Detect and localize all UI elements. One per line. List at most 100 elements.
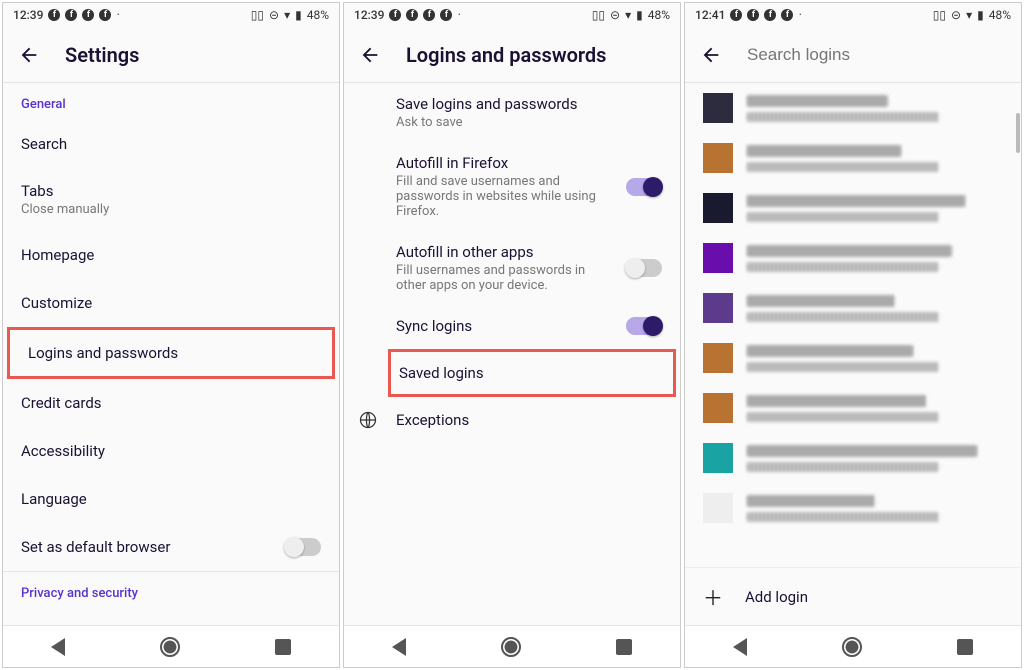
phone-settings: 12:39 f f f f · ▯▯ ⊝ ▾ ▮ 48% Settings Ge… (2, 2, 340, 668)
site-favicon (703, 143, 733, 173)
login-text (747, 195, 1003, 222)
battery-icon: ▮ (977, 8, 984, 22)
status-bar: 12:39 f f f f · ▯▯ ⊝ ▾ ▮ 48% (344, 3, 680, 27)
nav-back-button[interactable] (51, 638, 65, 656)
settings-item-customize[interactable]: Customize (3, 279, 339, 327)
login-text (747, 145, 1003, 172)
plus-icon: ＋ (703, 582, 723, 611)
app-bar (685, 27, 1021, 83)
login-item[interactable] (685, 333, 1021, 383)
battery-icon: ▮ (636, 8, 643, 22)
add-login-label: Add login (745, 588, 808, 606)
settings-item-search[interactable]: Search (3, 120, 339, 168)
facebook-icon: f (82, 9, 94, 21)
wifi-icon: ▾ (625, 8, 631, 22)
nav-recents-button[interactable] (616, 639, 632, 655)
globe-icon (358, 410, 378, 430)
settings-item-default[interactable]: Set as default browser (3, 523, 339, 571)
facebook-icon: f (764, 9, 776, 21)
nav-bar (3, 625, 339, 667)
settings-item-homepage[interactable]: Homepage (3, 231, 339, 279)
back-button[interactable] (699, 43, 723, 67)
login-item[interactable] (685, 183, 1021, 233)
settings-list: General Search TabsClose manually Homepa… (3, 83, 339, 625)
time: 12:41 (695, 8, 725, 22)
dnd-icon: ⊝ (951, 8, 961, 22)
nav-bar (344, 625, 680, 667)
settings-item-credit[interactable]: Credit cards (3, 379, 339, 427)
login-text (747, 395, 1003, 422)
wifi-icon: ▾ (284, 8, 290, 22)
site-favicon (703, 393, 733, 423)
site-favicon (703, 343, 733, 373)
default-browser-toggle[interactable] (285, 538, 321, 556)
status-bar: 12:41 f f f f · ▯▯ ⊝ ▾ ▮ 48% (685, 3, 1021, 27)
logins-list[interactable] (685, 83, 1021, 567)
nav-recents-button[interactable] (957, 639, 973, 655)
site-favicon (703, 193, 733, 223)
facebook-icon: f (747, 9, 759, 21)
settings-item-language[interactable]: Language (3, 475, 339, 523)
login-text (747, 95, 1003, 122)
wifi-icon: ▾ (966, 8, 972, 22)
battery-pct: 48% (989, 8, 1011, 22)
login-text (747, 345, 1003, 372)
login-item[interactable] (685, 383, 1021, 433)
facebook-icon: f (65, 9, 77, 21)
back-button[interactable] (17, 43, 41, 67)
autofill-other-toggle[interactable] (626, 259, 662, 277)
nav-home-button[interactable] (160, 637, 180, 657)
dnd-icon: ⊝ (269, 8, 279, 22)
sync-logins-toggle[interactable] (626, 317, 662, 335)
nav-recents-button[interactable] (275, 639, 291, 655)
facebook-icon: f (730, 9, 742, 21)
login-item[interactable] (685, 483, 1021, 533)
scrollbar[interactable] (1016, 113, 1020, 153)
facebook-icon: f (48, 9, 60, 21)
login-text (747, 445, 1003, 472)
app-bar: Settings (3, 27, 339, 83)
row-sync-logins[interactable]: Sync logins (344, 305, 680, 347)
login-item[interactable] (685, 233, 1021, 283)
logins-settings-list: Save logins and passwords Ask to save Au… (344, 83, 680, 625)
nav-back-button[interactable] (392, 638, 406, 656)
row-autofill-other[interactable]: Autofill in other apps Fill usernames an… (344, 231, 680, 305)
settings-item-accessibility[interactable]: Accessibility (3, 427, 339, 475)
dnd-icon: ⊝ (610, 8, 620, 22)
search-logins-input[interactable] (747, 45, 1007, 65)
nav-home-button[interactable] (842, 637, 862, 657)
add-login-button[interactable]: ＋ Add login (685, 567, 1021, 625)
facebook-icon: f (440, 9, 452, 21)
status-bar: 12:39 f f f f · ▯▯ ⊝ ▾ ▮ 48% (3, 3, 339, 27)
back-button[interactable] (358, 43, 382, 67)
vibrate-icon: ▯▯ (933, 8, 946, 22)
settings-item-logins[interactable]: Logins and passwords (7, 327, 335, 379)
phone-saved-logins: 12:41 f f f f · ▯▯ ⊝ ▾ ▮ 48% ＋ Add login (684, 2, 1022, 668)
login-item[interactable] (685, 133, 1021, 183)
site-favicon (703, 293, 733, 323)
site-favicon (703, 243, 733, 273)
login-item[interactable] (685, 283, 1021, 333)
row-save-logins[interactable]: Save logins and passwords Ask to save (344, 83, 680, 142)
page-title: Logins and passwords (406, 43, 606, 67)
more-icon: · (116, 7, 120, 23)
nav-back-button[interactable] (733, 638, 747, 656)
row-saved-logins[interactable]: Saved logins (388, 349, 676, 397)
row-autofill-firefox[interactable]: Autofill in Firefox Fill and save userna… (344, 142, 680, 231)
login-text (747, 295, 1003, 322)
facebook-icon: f (423, 9, 435, 21)
battery-pct: 48% (648, 8, 670, 22)
battery-icon: ▮ (295, 8, 302, 22)
nav-home-button[interactable] (501, 637, 521, 657)
facebook-icon: f (406, 9, 418, 21)
battery-pct: 48% (307, 8, 329, 22)
time: 12:39 (13, 8, 43, 22)
row-exceptions[interactable]: Exceptions (344, 399, 680, 441)
settings-item-tabs[interactable]: TabsClose manually (3, 168, 339, 231)
more-icon: · (457, 7, 461, 23)
login-item[interactable] (685, 433, 1021, 483)
autofill-firefox-toggle[interactable] (626, 178, 662, 196)
phone-logins-settings: 12:39 f f f f · ▯▯ ⊝ ▾ ▮ 48% Logins and … (343, 2, 681, 668)
login-item[interactable] (685, 83, 1021, 133)
site-favicon (703, 493, 733, 523)
